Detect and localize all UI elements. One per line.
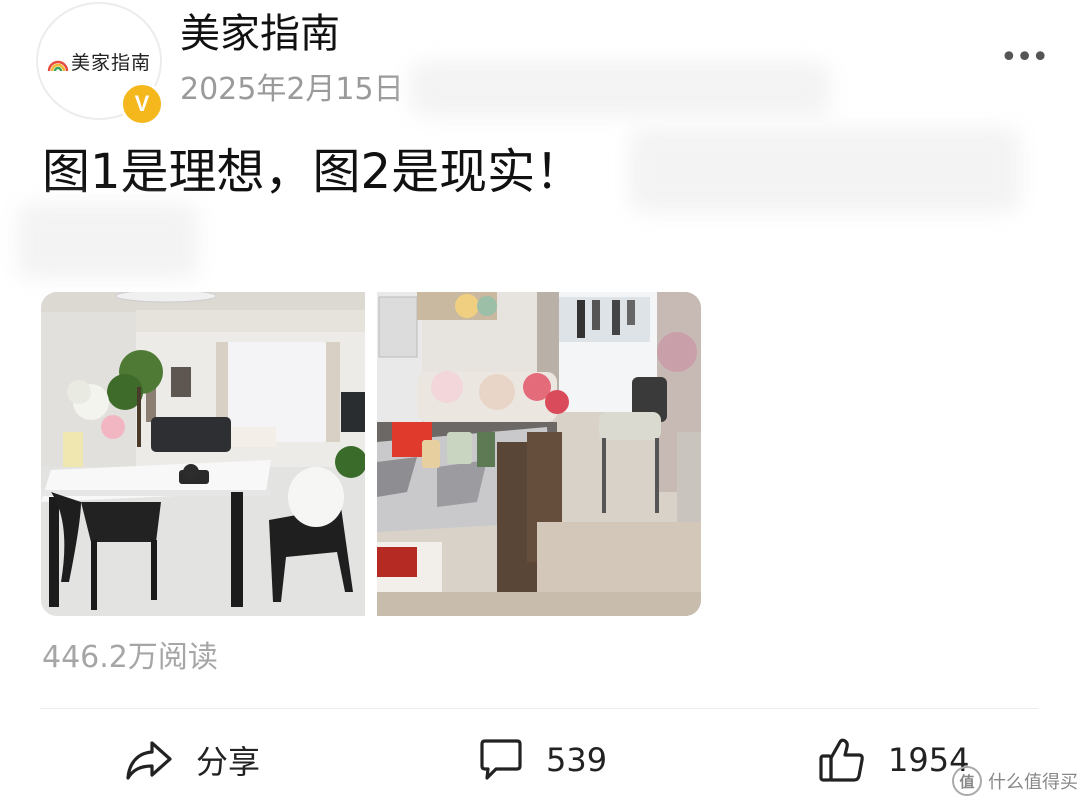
avatar-text: 美家指南 (70, 51, 151, 74)
share-button[interactable]: 分享 (124, 732, 260, 788)
view-count: 446.2万阅读 (42, 640, 218, 675)
post-image-reality[interactable] (377, 292, 701, 616)
verified-badge-icon: V (120, 82, 164, 126)
watermark-text: 什么值得买 (988, 772, 1078, 793)
comment-count: 539 (546, 741, 608, 779)
post-date: 2025年2月15日 (180, 72, 404, 107)
watermark-logo-icon: 值 (952, 766, 982, 796)
blurred-region (18, 204, 198, 278)
blurred-region (410, 62, 830, 116)
comment-icon (480, 739, 522, 780)
post-image-ideal[interactable] (41, 292, 365, 616)
avatar-logo: 美家指南 (47, 48, 151, 75)
post-text: 图1是理想，图2是现实！ (42, 144, 584, 200)
like-button[interactable]: 1954 (818, 732, 969, 788)
comment-button[interactable]: 539 (478, 732, 607, 788)
blurred-region (630, 128, 1020, 212)
watermark: 值 什么值得买 (952, 766, 1078, 796)
author-name[interactable]: 美家指南 (180, 8, 340, 60)
share-label: 分享 (196, 743, 261, 781)
more-options-icon[interactable]: ••• (1000, 40, 1049, 76)
rainbow-icon (47, 60, 69, 71)
thumbs-up-icon (819, 738, 864, 782)
divider (40, 708, 1038, 709)
share-icon (126, 741, 172, 780)
